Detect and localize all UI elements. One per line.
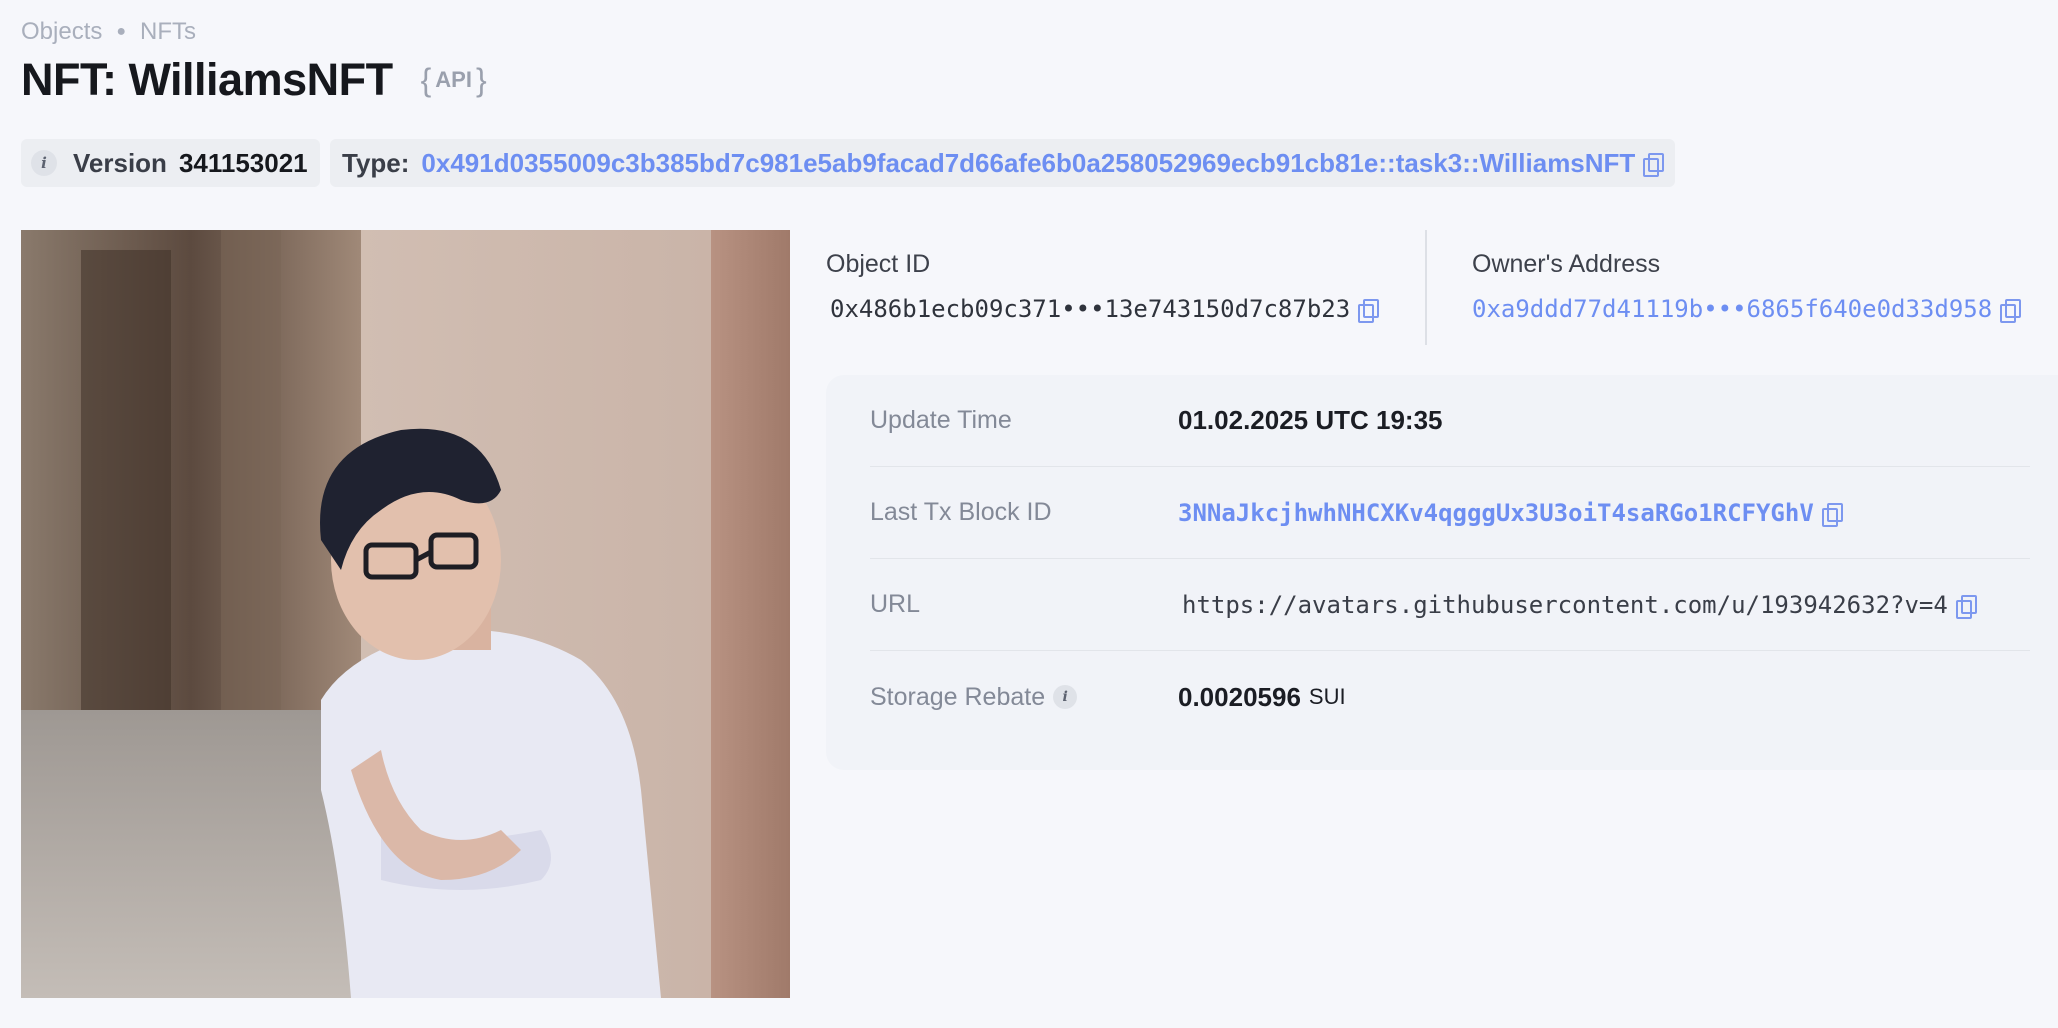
storage-rebate-label-row: Storage Rebate i: [870, 683, 1178, 712]
title-row: NFT: WilliamsNFT { API }: [21, 54, 487, 106]
url-value-row: https://avatars.githubusercontent.com/u/…: [1182, 590, 1977, 619]
owner-address-label: Owner's Address: [1472, 250, 1661, 278]
info-icon[interactable]: i: [1053, 685, 1078, 709]
storage-rebate-label: Storage Rebate: [870, 682, 1046, 711]
breadcrumb-nfts[interactable]: NFTs: [140, 18, 196, 46]
version-chip: i Version 341153021: [21, 139, 320, 187]
detail-row-last-tx: Last Tx Block ID 3NNaJkcjhwhNHCXKv4qgggU…: [870, 467, 2030, 559]
url-value: https://avatars.githubusercontent.com/u/…: [1182, 590, 1948, 619]
update-time-label: Update Time: [870, 406, 1012, 434]
api-label: API: [435, 67, 472, 92]
info-icon[interactable]: i: [31, 150, 57, 176]
api-button[interactable]: { API }: [421, 62, 487, 99]
storage-rebate-value-row: 0.0020596 SUI: [1178, 682, 1346, 713]
storage-rebate-value: 0.0020596: [1178, 681, 1301, 712]
detail-row-storage-rebate: Storage Rebate i 0.0020596 SUI: [870, 651, 2030, 743]
url-label: URL: [870, 590, 921, 618]
type-chip: Type: 0x491d0355009c3b385bd7c981e5ab9fac…: [330, 139, 1676, 187]
page-title: NFT: WilliamsNFT: [21, 54, 393, 105]
owner-address-block: Owner's Address 0xa9ddd77d41119b•••6865f…: [1472, 250, 2022, 323]
copy-icon[interactable]: [1643, 152, 1665, 177]
nft-image: [21, 230, 790, 998]
object-summary: Object ID 0x486b1ecb09c371•••13e743150d7…: [826, 230, 2058, 345]
type-label: Type:: [342, 147, 410, 178]
nft-photo: [21, 230, 790, 998]
object-id-value: 0x486b1ecb09c371•••13e743150d7c87b23: [830, 295, 1351, 323]
copy-icon[interactable]: [2000, 298, 2022, 323]
divider: [1425, 230, 1427, 345]
details-card: Update Time 01.02.2025 UTC 19:35 Last Tx…: [826, 375, 2058, 770]
last-tx-value-row: 3NNaJkcjhwhNHCXKv4qgggUx3U3oiT4saRGo1RCF…: [1178, 499, 1843, 527]
last-tx-label: Last Tx Block ID: [870, 498, 1052, 526]
storage-rebate-unit: SUI: [1308, 684, 1346, 709]
breadcrumb: Objects ● NFTs: [21, 18, 196, 46]
brace-right-icon: }: [475, 61, 487, 98]
owner-address-value-row: 0xa9ddd77d41119b•••6865f640e0d33d958: [1472, 295, 2022, 323]
brace-left-icon: {: [420, 61, 432, 98]
detail-row-update-time: Update Time 01.02.2025 UTC 19:35: [870, 375, 2030, 467]
last-tx-link[interactable]: 3NNaJkcjhwhNHCXKv4qgggUx3U3oiT4saRGo1RCF…: [1178, 499, 1814, 527]
object-id-label: Object ID: [826, 250, 931, 278]
copy-icon[interactable]: [1821, 502, 1843, 527]
nft-detail-page: Objects ● NFTs NFT: WilliamsNFT { API } …: [0, 0, 2058, 1028]
update-time-value: 01.02.2025 UTC 19:35: [1178, 405, 1443, 435]
object-id-value-row: 0x486b1ecb09c371•••13e743150d7c87b23: [830, 295, 1380, 323]
breadcrumb-objects[interactable]: Objects: [21, 18, 102, 46]
version-label: Version: [73, 147, 167, 178]
copy-icon[interactable]: [1955, 594, 1977, 619]
copy-icon[interactable]: [1358, 298, 1380, 323]
owner-address-link[interactable]: 0xa9ddd77d41119b•••6865f640e0d33d958: [1472, 295, 1992, 323]
version-value: 341153021: [178, 147, 308, 178]
object-id-block: Object ID 0x486b1ecb09c371•••13e743150d7…: [826, 250, 1380, 323]
type-link[interactable]: 0x491d0355009c3b385bd7c981e5ab9facad7d66…: [421, 148, 1635, 179]
breadcrumb-separator: ●: [116, 23, 127, 40]
detail-row-url: URL https://avatars.githubusercontent.co…: [870, 559, 2030, 651]
